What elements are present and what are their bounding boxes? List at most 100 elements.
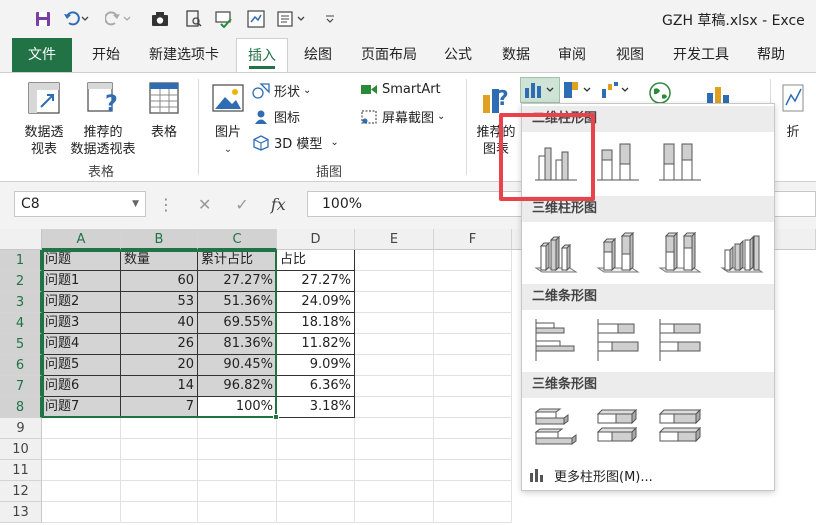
cell-e12[interactable]: [355, 481, 434, 502]
cell-c12[interactable]: [198, 481, 277, 502]
100-stacked-column-option[interactable]: [656, 138, 704, 186]
recommended-pivot-button[interactable]: ? 推荐的 数据透视表: [70, 81, 136, 158]
cell-a1[interactable]: 问题: [42, 250, 121, 271]
picture-button[interactable]: 图片 ⌄: [208, 81, 248, 158]
cell-e11[interactable]: [355, 460, 434, 481]
cell-d12[interactable]: [277, 481, 355, 502]
cell-c9[interactable]: [198, 418, 277, 439]
3d-model-button[interactable]: 3D 模型 ⌄: [252, 133, 339, 152]
waterfall-chart-button[interactable]: [600, 79, 636, 101]
undo-icon[interactable]: [62, 9, 90, 29]
smartart-button[interactable]: SmartArt: [360, 81, 441, 97]
row-header-9[interactable]: 9: [0, 418, 42, 439]
camera-icon[interactable]: [150, 9, 170, 29]
cell-b4[interactable]: 40: [121, 313, 198, 334]
tab-review[interactable]: 审阅: [550, 38, 594, 72]
cell-f7[interactable]: [434, 376, 512, 397]
print-preview-icon[interactable]: [184, 9, 204, 29]
cell-a9[interactable]: [42, 418, 121, 439]
cell-d11[interactable]: [277, 460, 355, 481]
tab-developer[interactable]: 开发工具: [664, 38, 738, 72]
cell-c11[interactable]: [198, 460, 277, 481]
cell-e10[interactable]: [355, 439, 434, 460]
cell-f12[interactable]: [434, 481, 512, 502]
cell-c4[interactable]: 69.55%: [198, 313, 277, 334]
cell-b8[interactable]: 7: [121, 397, 198, 418]
icons-button[interactable]: 图标: [252, 107, 300, 126]
cell-e4[interactable]: [355, 313, 434, 334]
100-stacked-bar-option[interactable]: [656, 316, 704, 364]
tab-draw[interactable]: 绘图: [296, 38, 340, 72]
cell-c5[interactable]: 81.36%: [198, 334, 277, 355]
3d-stacked-bar-option[interactable]: [594, 404, 642, 452]
cell-c1[interactable]: 累计占比: [198, 250, 277, 271]
cell-a8[interactable]: 问题7: [42, 397, 121, 418]
name-box-dropdown-icon[interactable]: ▼: [132, 192, 139, 216]
cell-d4[interactable]: 18.18%: [277, 313, 355, 334]
tab-page-layout[interactable]: 页面布局: [352, 38, 426, 72]
cell-f11[interactable]: [434, 460, 512, 481]
more-icon[interactable]: [324, 9, 336, 29]
row-header-1[interactable]: 1: [0, 250, 42, 271]
cell-c7[interactable]: 96.82%: [198, 376, 277, 397]
tab-formulas[interactable]: 公式: [436, 38, 480, 72]
cell-d9[interactable]: [277, 418, 355, 439]
enter-icon[interactable]: ✓: [235, 195, 248, 214]
cell-b3[interactable]: 53: [121, 292, 198, 313]
cell-f3[interactable]: [434, 292, 512, 313]
save-icon[interactable]: [34, 9, 52, 29]
cell-a10[interactable]: [42, 439, 121, 460]
cell-d13[interactable]: [277, 502, 355, 523]
column-header-a[interactable]: A: [42, 229, 121, 250]
cell-d1[interactable]: 占比: [277, 250, 355, 271]
tab-view[interactable]: 视图: [608, 38, 652, 72]
column-chart-button[interactable]: [520, 77, 560, 103]
cell-b10[interactable]: [121, 439, 198, 460]
column-header-e[interactable]: E: [355, 229, 434, 250]
tab-data[interactable]: 数据: [494, 38, 538, 72]
3d-clustered-column-option[interactable]: [532, 228, 580, 276]
column-header-c[interactable]: C: [198, 229, 277, 250]
cell-e1[interactable]: [355, 250, 434, 271]
row-header-11[interactable]: 11: [0, 460, 42, 481]
cell-d10[interactable]: [277, 439, 355, 460]
row-header-12[interactable]: 12: [0, 481, 42, 502]
cell-e6[interactable]: [355, 355, 434, 376]
3d-clustered-bar-option[interactable]: [532, 404, 580, 452]
cell-f8[interactable]: [434, 397, 512, 418]
clustered-bar-option[interactable]: [532, 316, 580, 364]
3d-100-stacked-bar-option[interactable]: [656, 404, 704, 452]
spelling-icon[interactable]: [214, 9, 234, 29]
cell-a12[interactable]: [42, 481, 121, 502]
3d-stacked-column-option[interactable]: [594, 228, 642, 276]
cell-e8[interactable]: [355, 397, 434, 418]
insert-function-icon[interactable]: fx: [271, 195, 286, 214]
more-options-icon[interactable]: ⋮: [158, 195, 174, 214]
cell-f5[interactable]: [434, 334, 512, 355]
line-sparkline-button[interactable]: 折: [778, 81, 808, 141]
cell-c10[interactable]: [198, 439, 277, 460]
cell-b12[interactable]: [121, 481, 198, 502]
cell-d8[interactable]: 3.18%: [277, 397, 355, 418]
cell-e3[interactable]: [355, 292, 434, 313]
column-header-f[interactable]: F: [434, 229, 512, 250]
tab-home[interactable]: 开始: [82, 38, 130, 72]
hierarchy-chart-button[interactable]: [562, 79, 598, 101]
cell-b9[interactable]: [121, 418, 198, 439]
3d-column-option[interactable]: [718, 228, 766, 276]
cell-e13[interactable]: [355, 502, 434, 523]
name-box[interactable]: C8 ▼: [14, 191, 146, 217]
cell-e5[interactable]: [355, 334, 434, 355]
cell-e7[interactable]: [355, 376, 434, 397]
row-header-2[interactable]: 2: [0, 271, 42, 292]
cell-a11[interactable]: [42, 460, 121, 481]
row-header-13[interactable]: 13: [0, 502, 42, 523]
cell-e2[interactable]: [355, 271, 434, 292]
cell-a13[interactable]: [42, 502, 121, 523]
cell-a3[interactable]: 问题2: [42, 292, 121, 313]
cell-b11[interactable]: [121, 460, 198, 481]
form-icon[interactable]: [246, 9, 266, 29]
column-header-d[interactable]: D: [277, 229, 355, 250]
row-header-6[interactable]: 6: [0, 355, 42, 376]
redo-icon[interactable]: [104, 9, 132, 29]
